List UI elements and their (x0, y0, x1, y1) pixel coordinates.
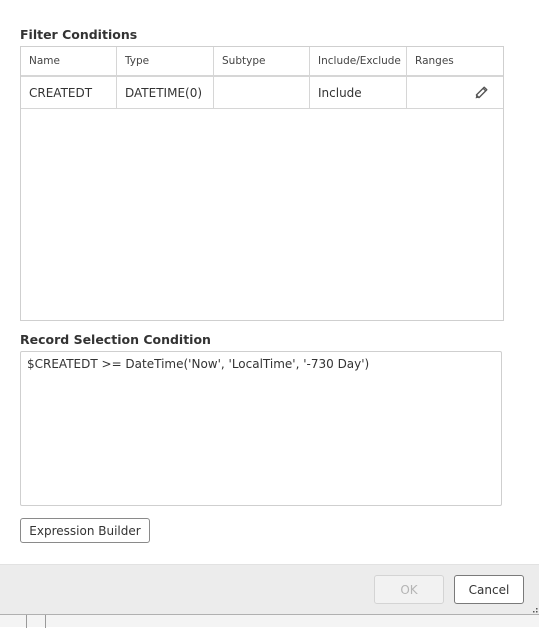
record-selection-title: Record Selection Condition (20, 332, 211, 347)
cell-include-exclude[interactable]: Include (310, 77, 407, 108)
strip-divider (45, 615, 46, 628)
column-header-ranges[interactable]: Ranges (407, 47, 503, 75)
cell-subtype[interactable] (214, 77, 310, 108)
table-row[interactable]: CREATEDT DATETIME(0) Include (21, 77, 503, 109)
filter-conditions-title: Filter Conditions (20, 27, 138, 42)
dialog-footer: OK Cancel (0, 564, 539, 614)
record-selection-textarea[interactable]: $CREATEDT >= DateTime('Now', 'LocalTime'… (20, 351, 502, 506)
background-strip (0, 614, 539, 628)
cancel-button[interactable]: Cancel (454, 575, 524, 604)
grid-header-row: Name Type Subtype Include/Exclude Ranges (21, 47, 503, 77)
cell-ranges-edit-button[interactable] (407, 77, 503, 108)
column-header-subtype[interactable]: Subtype (214, 47, 310, 75)
expression-builder-button[interactable]: Expression Builder (20, 518, 150, 543)
strip-divider (26, 615, 27, 628)
column-header-name[interactable]: Name (21, 47, 117, 75)
cell-name[interactable]: CREATEDT (21, 77, 117, 108)
column-header-include-exclude[interactable]: Include/Exclude (310, 47, 407, 75)
filter-conditions-grid: Name Type Subtype Include/Exclude Ranges… (20, 46, 504, 321)
pencil-icon[interactable] (473, 85, 489, 101)
column-header-type[interactable]: Type (117, 47, 214, 75)
resize-grip-icon[interactable] (530, 605, 538, 613)
ok-button[interactable]: OK (374, 575, 444, 604)
cell-type[interactable]: DATETIME(0) (117, 77, 214, 108)
filter-dialog: Filter Conditions Name Type Subtype Incl… (0, 0, 539, 615)
